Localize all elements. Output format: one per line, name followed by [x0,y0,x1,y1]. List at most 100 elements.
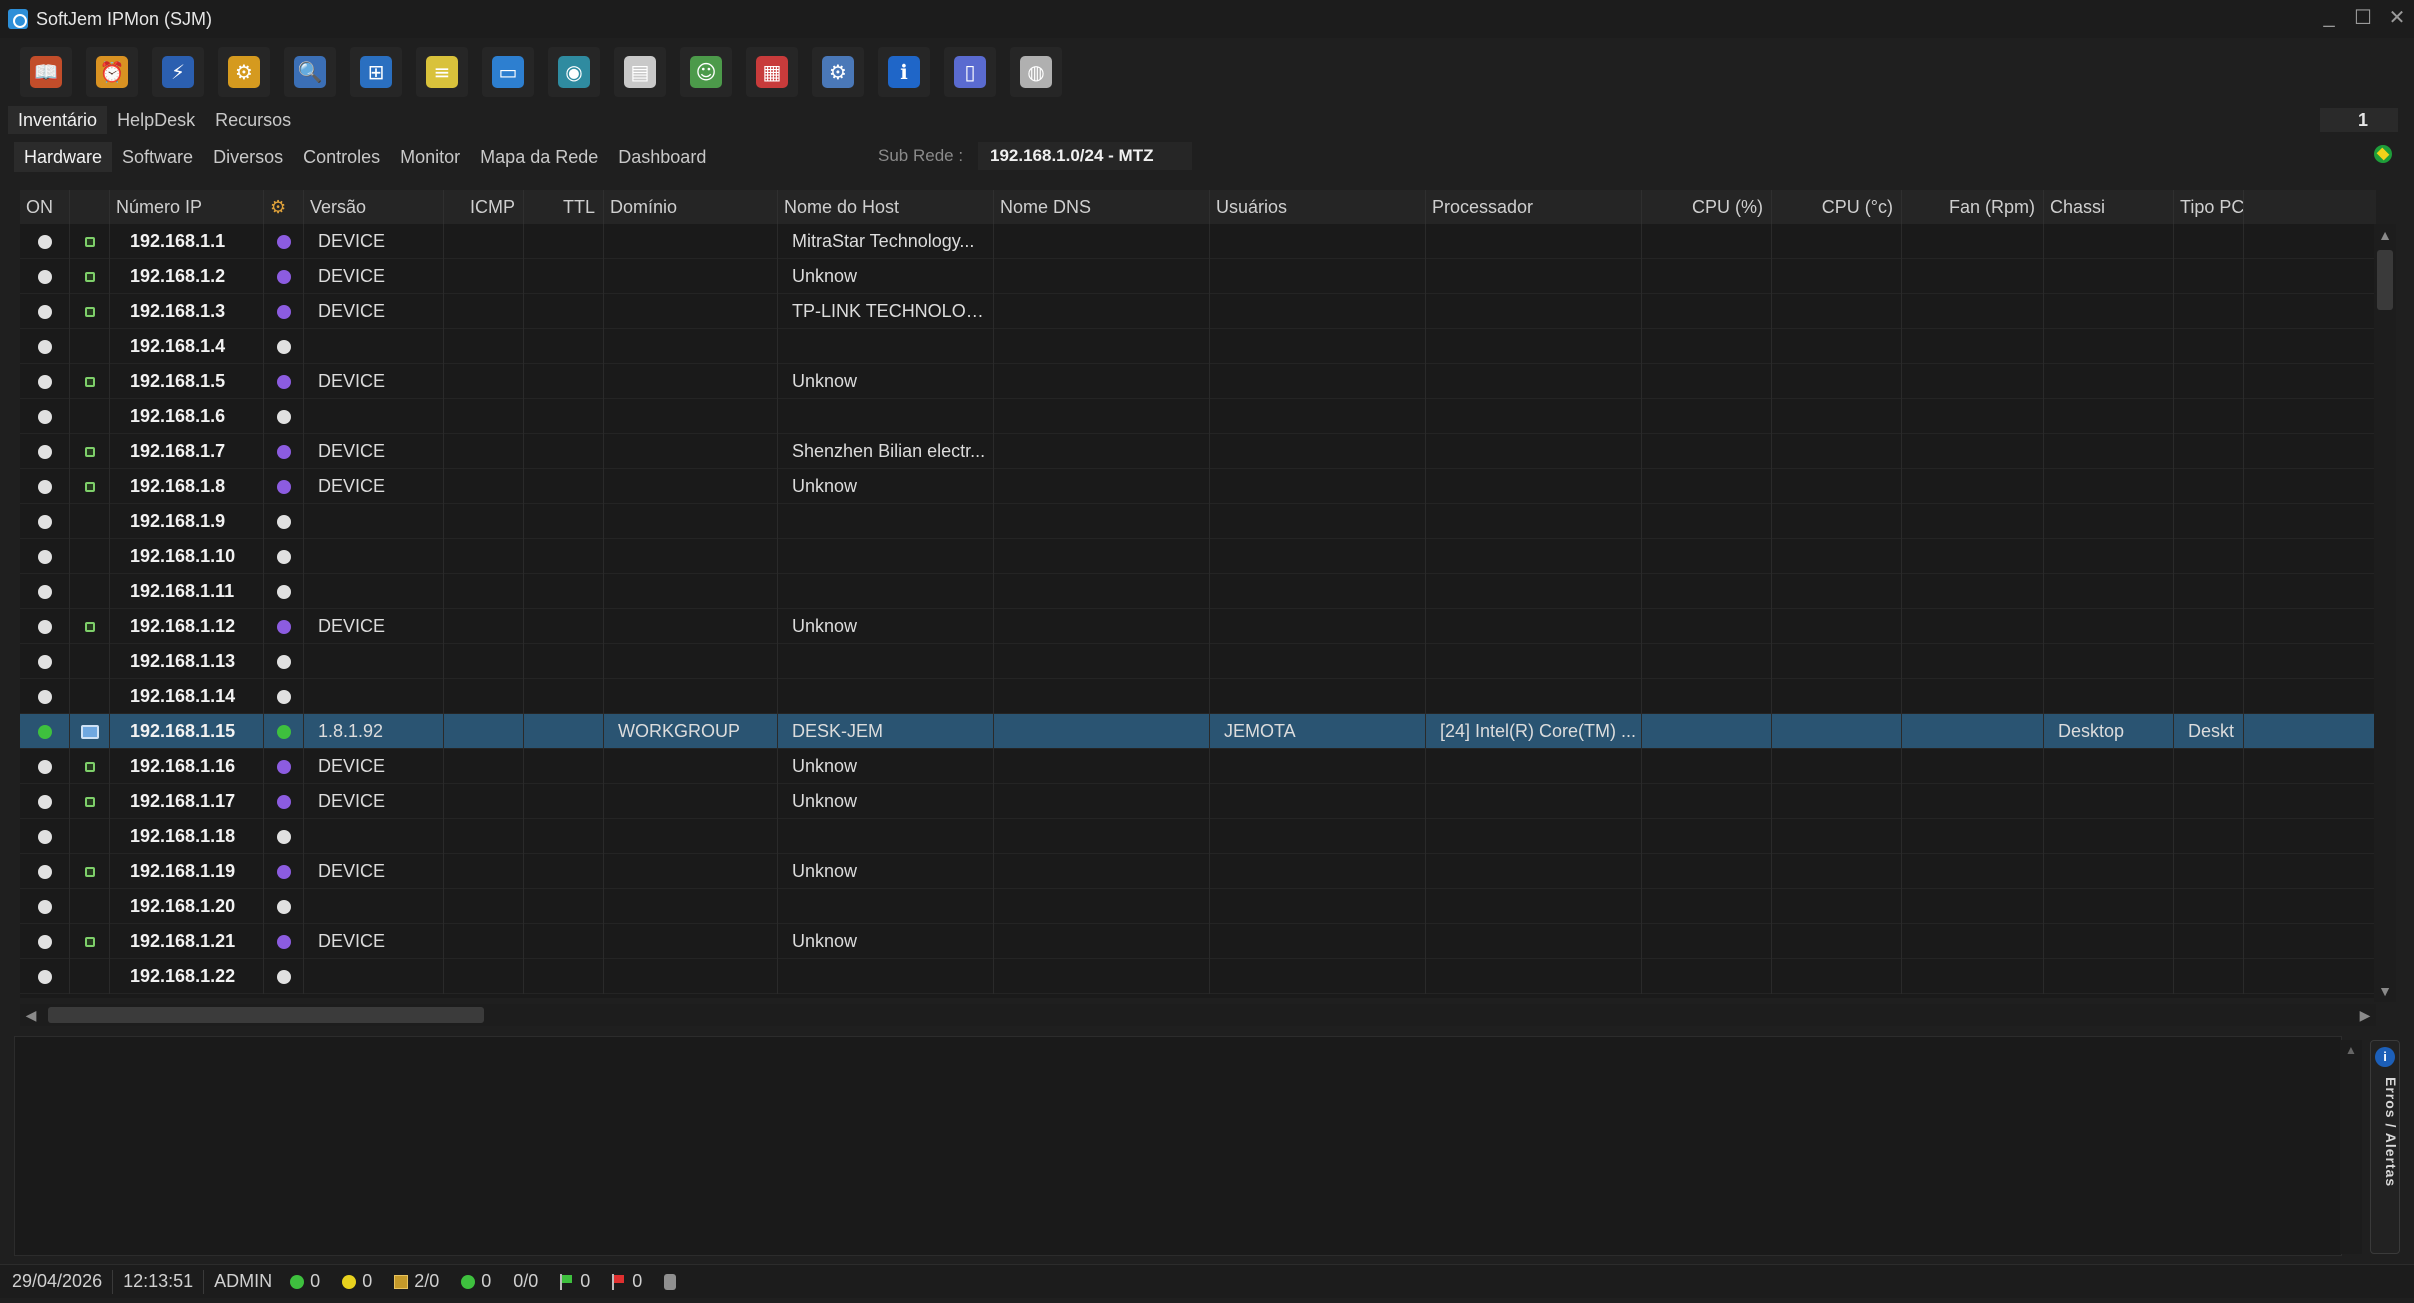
magnifier-button[interactable]: 🔍 [284,47,336,97]
document-button[interactable]: ≡ [416,47,468,97]
table-row[interactable]: 192.168.1.3 DEVICE TP-LINK TECHNOLOG... [20,294,2376,329]
table-row[interactable]: 192.168.1.21 DEVICE Unknow [20,924,2376,959]
col-ttl-header[interactable]: TTL [524,190,604,224]
table-row[interactable]: 192.168.1.11 [20,574,2376,609]
table-row[interactable]: 192.168.1.15 1.8.1.92 WORKGROUP DESK-JEM JEM… [20,714,2376,749]
tab-software[interactable]: Software [112,142,203,172]
horizontal-scroll-thumb[interactable] [48,1007,484,1023]
table-row[interactable]: 192.168.1.16 DEVICE Unknow [20,749,2376,784]
col-processador-header[interactable]: Processador [1426,190,1642,224]
calendar-clock-button[interactable]: ⏰ [86,47,138,97]
online-indicator-icon [37,619,52,634]
users-button[interactable]: ☺ [680,47,732,97]
gears-button[interactable]: ⚙ [218,47,270,97]
door-exit-button[interactable]: ▯ [944,47,996,97]
table-row[interactable]: 192.168.1.22 [20,959,2376,994]
table-row[interactable]: 192.168.1.20 [20,889,2376,924]
tab-dashboard[interactable]: Dashboard [608,142,716,172]
scroll-up-icon[interactable]: ▲ [2374,224,2396,246]
col-ip-cell: 192.168.1.17 [110,784,264,819]
vertical-scroll-thumb[interactable] [2377,250,2393,310]
table-row[interactable]: 192.168.1.8 DEVICE Unknow [20,469,2376,504]
database-icon[interactable] [664,1273,677,1290]
grid-horizontal-scrollbar[interactable]: ◀ ▶ [20,1004,2376,1026]
col-cpu-temp-header[interactable]: CPU (°c) [1772,190,1902,224]
network-add-button[interactable]: ⊞ [350,47,402,97]
table-row[interactable]: 192.168.1.7 DEVICE Shenzhen Bilian electr.… [20,434,2376,469]
col-usuarios-header[interactable]: Usuários [1210,190,1426,224]
col-ttl-cell [524,259,604,294]
settings-button[interactable]: ⚙ [812,47,864,97]
col-cpu-pct-cell [1642,749,1772,784]
table-row[interactable]: 192.168.1.10 [20,539,2376,574]
table-row[interactable]: 192.168.1.4 [20,329,2376,364]
col-icmp-header[interactable]: ICMP [444,190,524,224]
palette-button[interactable]: ◍ [1010,47,1062,97]
open-book-button[interactable]: 📖 [20,47,72,97]
tab-diversos[interactable]: Diversos [203,142,293,172]
log-panel[interactable] [14,1036,2342,1256]
log-scrollbar[interactable]: ▲ [2340,1040,2362,1254]
table-row[interactable]: 192.168.1.6 [20,399,2376,434]
table-row[interactable]: 192.168.1.9 [20,504,2376,539]
col-cpu-temp-cell [1772,679,1902,714]
col-dominio-cell [604,644,778,679]
tab-helpdesk[interactable]: HelpDesk [107,106,205,134]
col-fan-cell [1902,259,2044,294]
col-chassi-header[interactable]: Chassi [2044,190,2174,224]
col-dominio-header[interactable]: Domínio [604,190,778,224]
col-ip-cell: 192.168.1.22 [110,959,264,994]
chart-tools-button[interactable]: ▦ [746,47,798,97]
col-cpu-pct-header[interactable]: CPU (%) [1642,190,1772,224]
col-tipo-pc-header[interactable]: Tipo PC [2174,190,2244,224]
subnet-selector[interactable]: 192.168.1.0/24 - MTZ [978,142,1192,170]
table-row[interactable]: 192.168.1.12 DEVICE Unknow [20,609,2376,644]
tab-inventario[interactable]: Inventário [8,106,108,134]
col-ip-header[interactable]: Número IP [110,190,264,224]
tab-mapa-da-rede[interactable]: Mapa da Rede [470,142,608,172]
tab-hardware[interactable]: Hardware [14,142,113,172]
col-status-cell [264,819,304,854]
camera-button[interactable]: ◉ [548,47,600,97]
minimize-button[interactable]: _ [2312,0,2346,34]
col-versao-header[interactable]: Versão [304,190,444,224]
grid-vertical-scrollbar[interactable]: ▲ ▼ [2374,224,2396,1002]
col-cpu-pct-cell [1642,924,1772,959]
col-icmp-cell [444,819,524,854]
col-tipo-pc-cell [2174,889,2244,924]
col-fan-header[interactable]: Fan (Rpm) [1902,190,2044,224]
monitor-button[interactable]: ▭ [482,47,534,97]
scroll-right-icon[interactable]: ▶ [2354,1004,2376,1026]
scroll-left-icon[interactable]: ◀ [20,1004,42,1026]
col-status-header[interactable]: ⚙ [264,190,304,224]
table-row[interactable]: 192.168.1.17 DEVICE Unknow [20,784,2376,819]
maximize-button[interactable]: ☐ [2346,0,2380,34]
table-row[interactable]: 192.168.1.2 DEVICE Unknow [20,259,2376,294]
col-dns-header[interactable]: Nome DNS [994,190,1210,224]
col-on-header[interactable]: ON [20,190,70,224]
clipboard-button[interactable]: ▤ [614,47,666,97]
table-row[interactable]: 192.168.1.19 DEVICE Unknow [20,854,2376,889]
info-button[interactable]: ℹ [878,47,930,97]
col-type-header[interactable] [70,190,110,224]
table-row[interactable]: 192.168.1.5 DEVICE Unknow [20,364,2376,399]
page-number-field[interactable]: 1 [2320,108,2398,132]
col-cpu-temp-cell [1772,714,1902,749]
tab-recursos[interactable]: Recursos [205,106,301,134]
scroll-down-icon[interactable]: ▼ [2374,980,2396,1002]
errors-alerts-panel-tab[interactable]: i Erros / Alertas [2370,1040,2400,1254]
log-scroll-up-icon[interactable]: ▲ [2340,1040,2362,1060]
col-icmp-cell [444,679,524,714]
table-row[interactable]: 192.168.1.1 DEVICE MitraStar Technology... [20,224,2376,259]
col-host-header[interactable]: Nome do Host [778,190,994,224]
table-row[interactable]: 192.168.1.13 [20,644,2376,679]
brazil-flag-icon[interactable] [2374,145,2392,163]
table-row[interactable]: 192.168.1.14 [20,679,2376,714]
close-button[interactable]: ✕ [2380,0,2414,34]
ratio-value: 0/0 [513,1271,539,1291]
table-row[interactable]: 192.168.1.18 [20,819,2376,854]
col-cpu-pct-cell [1642,609,1772,644]
tab-controles[interactable]: Controles [293,142,390,172]
lightning-button[interactable]: ⚡ [152,47,204,97]
tab-monitor[interactable]: Monitor [390,142,470,172]
